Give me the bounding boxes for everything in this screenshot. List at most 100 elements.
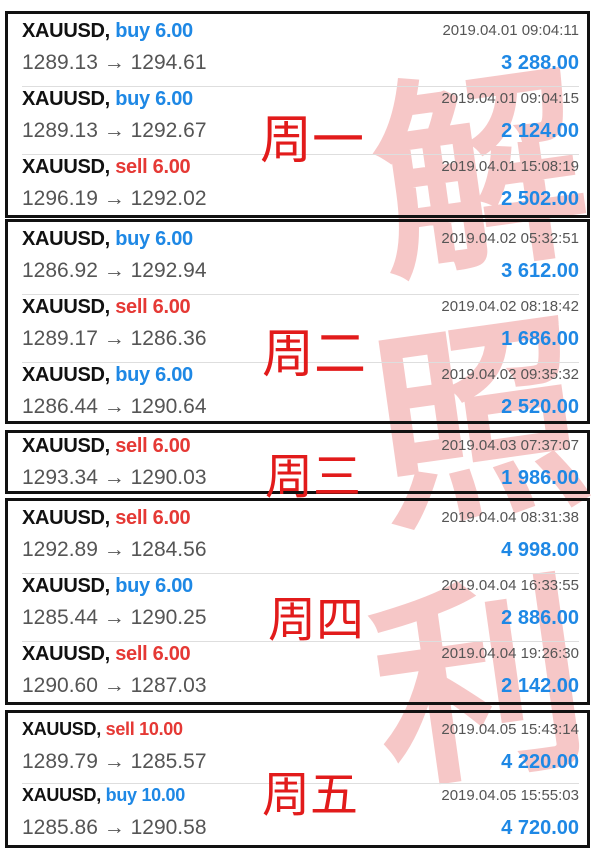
weekday-label: 周五 xyxy=(262,767,359,823)
arrow-right-icon: → xyxy=(97,187,131,210)
trade-title: XAUUSD, buy 6.00 xyxy=(22,20,193,43)
price-range: 1290.60 → 1287.03 xyxy=(22,674,207,698)
trade-profit: 2 124.00 xyxy=(501,120,579,142)
trade-profit: 4 220.00 xyxy=(501,751,579,773)
symbol: XAUUSD, xyxy=(22,643,110,665)
weekday-label: 周四 xyxy=(268,592,365,648)
trade-row[interactable]: XAUUSD, sell 6.00 2019.04.04 08:31:38 1292… xyxy=(22,505,579,574)
trade-profit: 1 986.00 xyxy=(501,467,579,489)
trade-volume: 6.00 xyxy=(155,575,193,597)
price-range: 1286.92 → 1292.94 xyxy=(22,259,207,283)
arrow-right-icon: → xyxy=(97,606,131,629)
arrow-right-icon: → xyxy=(97,466,131,489)
open-price: 1289.13 xyxy=(22,51,98,74)
trade-profit: 3 288.00 xyxy=(501,52,579,74)
close-price: 1286.36 xyxy=(130,327,207,350)
trade-title: XAUUSD, sell 6.00 xyxy=(22,643,191,666)
arrow-right-icon: → xyxy=(97,51,131,74)
price-range: 1289.79 → 1285.57 xyxy=(22,750,207,774)
symbol: XAUUSD, xyxy=(22,156,110,178)
arrow-right-icon: → xyxy=(97,750,131,773)
open-price: 1286.92 xyxy=(22,259,98,282)
trade-volume: 6.00 xyxy=(155,228,193,250)
close-price: 1290.64 xyxy=(130,395,207,418)
close-price: 1287.03 xyxy=(130,674,207,697)
trade-direction: sell xyxy=(115,643,148,665)
open-price: 1293.34 xyxy=(22,466,98,489)
symbol: XAUUSD, xyxy=(22,296,110,318)
symbol: XAUUSD, xyxy=(22,575,110,597)
arrow-right-icon: → xyxy=(97,327,131,350)
trade-title: XAUUSD, sell 6.00 xyxy=(22,296,191,319)
symbol: XAUUSD, xyxy=(22,228,110,250)
trade-timestamp: 2019.04.03 07:37:07 xyxy=(441,437,579,454)
price-range: 1293.34 → 1290.03 xyxy=(22,466,207,490)
trade-title: XAUUSD, buy 6.00 xyxy=(22,88,193,111)
trade-profit: 3 612.00 xyxy=(501,260,579,282)
open-price: 1292.89 xyxy=(22,538,98,561)
trade-direction: buy xyxy=(105,785,137,805)
trade-title: XAUUSD, sell 6.00 xyxy=(22,435,191,458)
close-price: 1294.61 xyxy=(130,51,207,74)
price-range: 1286.44 → 1290.64 xyxy=(22,395,207,419)
trade-title: XAUUSD, buy 10.00 xyxy=(22,785,185,806)
symbol: XAUUSD, xyxy=(22,719,101,739)
weekday-label: 周三 xyxy=(265,449,362,505)
price-range: 1285.44 → 1290.25 xyxy=(22,606,207,630)
trade-volume: 6.00 xyxy=(152,296,191,318)
close-price: 1292.67 xyxy=(130,119,207,142)
price-range: 1292.89 → 1284.56 xyxy=(22,538,207,562)
symbol: XAUUSD, xyxy=(22,785,101,805)
price-range: 1289.13 → 1292.67 xyxy=(22,119,207,143)
trade-timestamp: 2019.04.05 15:43:14 xyxy=(441,721,579,738)
open-price: 1289.79 xyxy=(22,750,98,773)
symbol: XAUUSD, xyxy=(22,364,110,386)
trade-timestamp: 2019.04.02 05:32:51 xyxy=(441,230,579,247)
trade-title: XAUUSD, sell 6.00 xyxy=(22,507,191,530)
symbol: XAUUSD, xyxy=(22,20,110,42)
trade-profit: 1 686.00 xyxy=(501,328,579,350)
trade-volume: 6.00 xyxy=(155,20,193,42)
trade-volume: 6.00 xyxy=(152,435,191,457)
close-price: 1292.02 xyxy=(130,187,207,210)
arrow-right-icon: → xyxy=(97,259,131,282)
close-price: 1290.03 xyxy=(130,466,207,489)
trade-title: XAUUSD, buy 6.00 xyxy=(22,575,193,598)
arrow-right-icon: → xyxy=(97,816,131,839)
trade-volume: 6.00 xyxy=(155,364,193,386)
price-range: 1296.19 → 1292.02 xyxy=(22,187,207,211)
symbol: XAUUSD, xyxy=(22,435,110,457)
trade-volume: 6.00 xyxy=(152,643,191,665)
trade-direction: buy xyxy=(115,20,150,42)
arrow-right-icon: → xyxy=(97,395,131,418)
trade-row[interactable]: XAUUSD, buy 6.00 2019.04.02 05:32:51 1286.… xyxy=(22,226,579,295)
price-range: 1289.17 → 1286.36 xyxy=(22,327,207,351)
trade-timestamp: 2019.04.01 09:04:11 xyxy=(442,22,579,39)
trade-row[interactable]: XAUUSD, buy 6.00 2019.04.01 09:04:11 1289.… xyxy=(22,18,579,87)
open-price: 1285.86 xyxy=(22,816,98,839)
trade-direction: buy xyxy=(115,88,150,110)
trade-profit: 4 998.00 xyxy=(501,539,579,561)
trade-volume: 10.00 xyxy=(141,785,185,805)
trade-timestamp: 2019.04.04 16:33:55 xyxy=(441,577,579,594)
price-range: 1285.86 → 1290.58 xyxy=(22,816,207,840)
trade-timestamp: 2019.04.01 09:04:15 xyxy=(441,90,579,107)
close-price: 1290.25 xyxy=(130,606,207,629)
symbol: XAUUSD, xyxy=(22,88,110,110)
trade-direction: buy xyxy=(115,364,150,386)
trade-profit: 2 142.00 xyxy=(501,675,579,697)
symbol: XAUUSD, xyxy=(22,507,110,529)
trade-timestamp: 2019.04.02 09:35:32 xyxy=(441,366,579,383)
trade-volume: 10.00 xyxy=(139,719,183,739)
close-price: 1284.56 xyxy=(130,538,207,561)
trade-title: XAUUSD, buy 6.00 xyxy=(22,228,193,251)
close-price: 1290.58 xyxy=(130,816,207,839)
weekday-label: 周一 xyxy=(260,111,365,171)
trade-direction: sell xyxy=(115,156,148,178)
trade-row[interactable]: XAUUSD, sell 6.00 2019.04.04 19:26:30 1290… xyxy=(22,641,579,709)
trade-timestamp: 2019.04.04 19:26:30 xyxy=(441,645,579,662)
trade-direction: buy xyxy=(115,228,150,250)
trade-profit: 2 520.00 xyxy=(501,396,579,418)
trade-timestamp: 2019.04.05 15:55:03 xyxy=(441,787,579,804)
trade-timestamp: 2019.04.02 08:18:42 xyxy=(441,298,579,315)
